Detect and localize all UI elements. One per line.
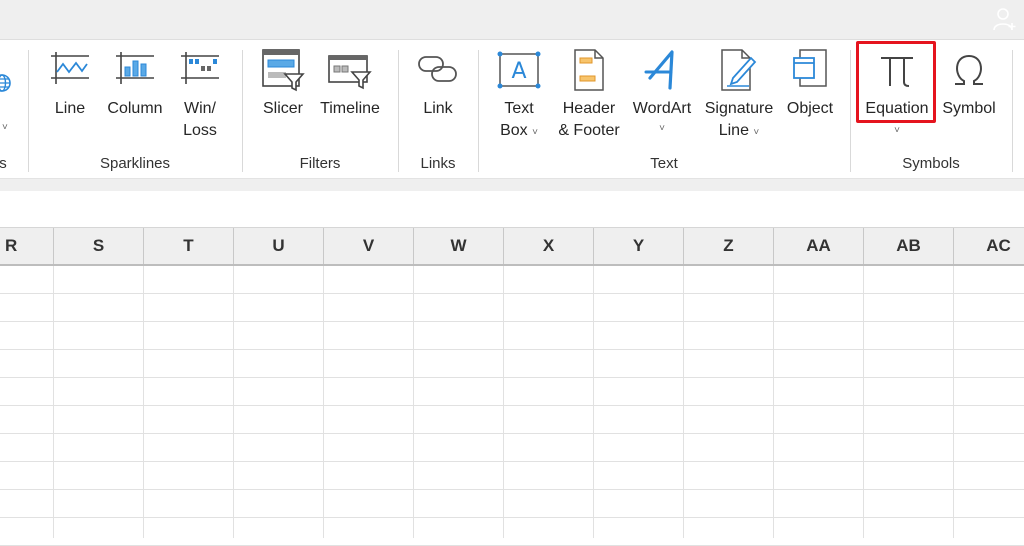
column-gridline xyxy=(593,266,594,538)
group-divider xyxy=(1012,50,1013,172)
row-gridline xyxy=(0,321,1024,322)
text-box-icon: A xyxy=(497,51,541,89)
ribbon-bottom-band xyxy=(0,178,1024,192)
wordart-dropdown-chevron[interactable]: ˅ xyxy=(628,118,696,140)
column-gridline xyxy=(143,266,144,538)
sparkline-column-button[interactable]: Column xyxy=(102,40,168,150)
pi-icon xyxy=(881,57,913,87)
row-gridline xyxy=(0,377,1024,378)
group-label-text: Text xyxy=(650,155,678,172)
column-header[interactable]: X xyxy=(504,228,594,264)
signature-line-icon xyxy=(721,49,757,91)
column-header[interactable]: Y xyxy=(594,228,684,264)
column-header[interactable]: Z xyxy=(684,228,774,264)
row-gridline xyxy=(0,461,1024,462)
group-divider xyxy=(478,50,479,172)
header-footer-button[interactable]: Header & Footer xyxy=(556,40,622,150)
group-divider xyxy=(242,50,243,172)
timeline-button[interactable]: Timeline xyxy=(316,40,384,150)
group-label-symbols: Symbols xyxy=(902,155,960,172)
sparkline-winloss-icon xyxy=(181,52,219,84)
row-gridline xyxy=(0,293,1024,294)
link-button[interactable]: Link xyxy=(412,40,464,150)
object-icon xyxy=(793,49,827,87)
column-header[interactable]: U xyxy=(234,228,324,264)
sparkline-line-button[interactable]: Line xyxy=(44,40,96,150)
row-gridline xyxy=(0,489,1024,490)
row-gridline xyxy=(0,433,1024,434)
sparkline-column-icon xyxy=(116,52,154,84)
link-icon xyxy=(418,56,457,82)
slicer-button[interactable]: Slicer xyxy=(256,40,310,150)
slicer-icon xyxy=(262,49,305,92)
text-box-dropdown-chevron[interactable]: ˅ xyxy=(532,127,538,138)
equation-dropdown-chevron[interactable]: ˅ xyxy=(860,120,934,142)
group-label-sparklines: Sparklines xyxy=(99,155,171,172)
signature-line-dropdown-chevron[interactable]: ˅ xyxy=(753,127,759,138)
column-gridline xyxy=(413,266,414,538)
group-divider xyxy=(398,50,399,172)
column-gridline xyxy=(953,266,954,538)
cell-grid[interactable] xyxy=(0,266,1024,546)
column-gridline xyxy=(773,266,774,538)
row-gridline xyxy=(0,405,1024,406)
column-gridline xyxy=(233,266,234,538)
column-gridline xyxy=(323,266,324,538)
wordart-button[interactable]: WordArt ˅ xyxy=(628,40,696,150)
column-gridline xyxy=(53,266,54,538)
column-gridline xyxy=(683,266,684,538)
sparkline-winloss-button[interactable]: Win/ Loss xyxy=(176,40,224,150)
person-add-icon[interactable] xyxy=(992,6,1018,32)
signature-line-button[interactable]: Signature Line ˅ xyxy=(702,40,776,150)
group-label-links: Links xyxy=(420,155,456,172)
column-header[interactable]: R xyxy=(0,228,54,264)
column-header[interactable]: T xyxy=(144,228,234,264)
partial-group-label: s xyxy=(0,155,7,172)
row-gridline xyxy=(0,349,1024,350)
column-gridline xyxy=(503,266,504,538)
svg-text:A: A xyxy=(511,59,526,84)
group-label-filters: Filters xyxy=(299,155,341,172)
sparkline-line-icon xyxy=(51,52,89,84)
column-header[interactable]: W xyxy=(414,228,504,264)
omega-icon xyxy=(955,54,983,85)
object-button[interactable]: Object xyxy=(782,40,838,150)
column-header[interactable]: AB xyxy=(864,228,954,264)
title-bar xyxy=(0,0,1024,40)
equation-button[interactable]: Equation ˅ xyxy=(860,40,934,150)
header-footer-icon xyxy=(574,49,604,91)
column-header-row: R S T U V W X Y Z AA AB AC xyxy=(0,228,1024,266)
row-gridline xyxy=(0,517,1024,518)
text-box-button[interactable]: A Text Box ˅ xyxy=(492,40,546,150)
symbol-button[interactable]: Symbol xyxy=(938,40,1000,150)
wordart-icon xyxy=(644,50,674,90)
column-header[interactable]: V xyxy=(324,228,414,264)
group-divider xyxy=(850,50,851,172)
formula-bar[interactable] xyxy=(0,191,1024,228)
insert-ribbon: ˅ s Line Column Win/ Loss Sparklines Sli… xyxy=(0,40,1024,178)
group-divider xyxy=(28,50,29,172)
partial-dropdown-chevron[interactable]: ˅ xyxy=(2,122,8,133)
globe-icon[interactable] xyxy=(0,73,12,93)
column-header[interactable]: AA xyxy=(774,228,864,264)
column-header[interactable]: S xyxy=(54,228,144,264)
timeline-icon xyxy=(328,55,372,90)
column-gridline xyxy=(863,266,864,538)
column-header[interactable]: AC xyxy=(954,228,1024,264)
